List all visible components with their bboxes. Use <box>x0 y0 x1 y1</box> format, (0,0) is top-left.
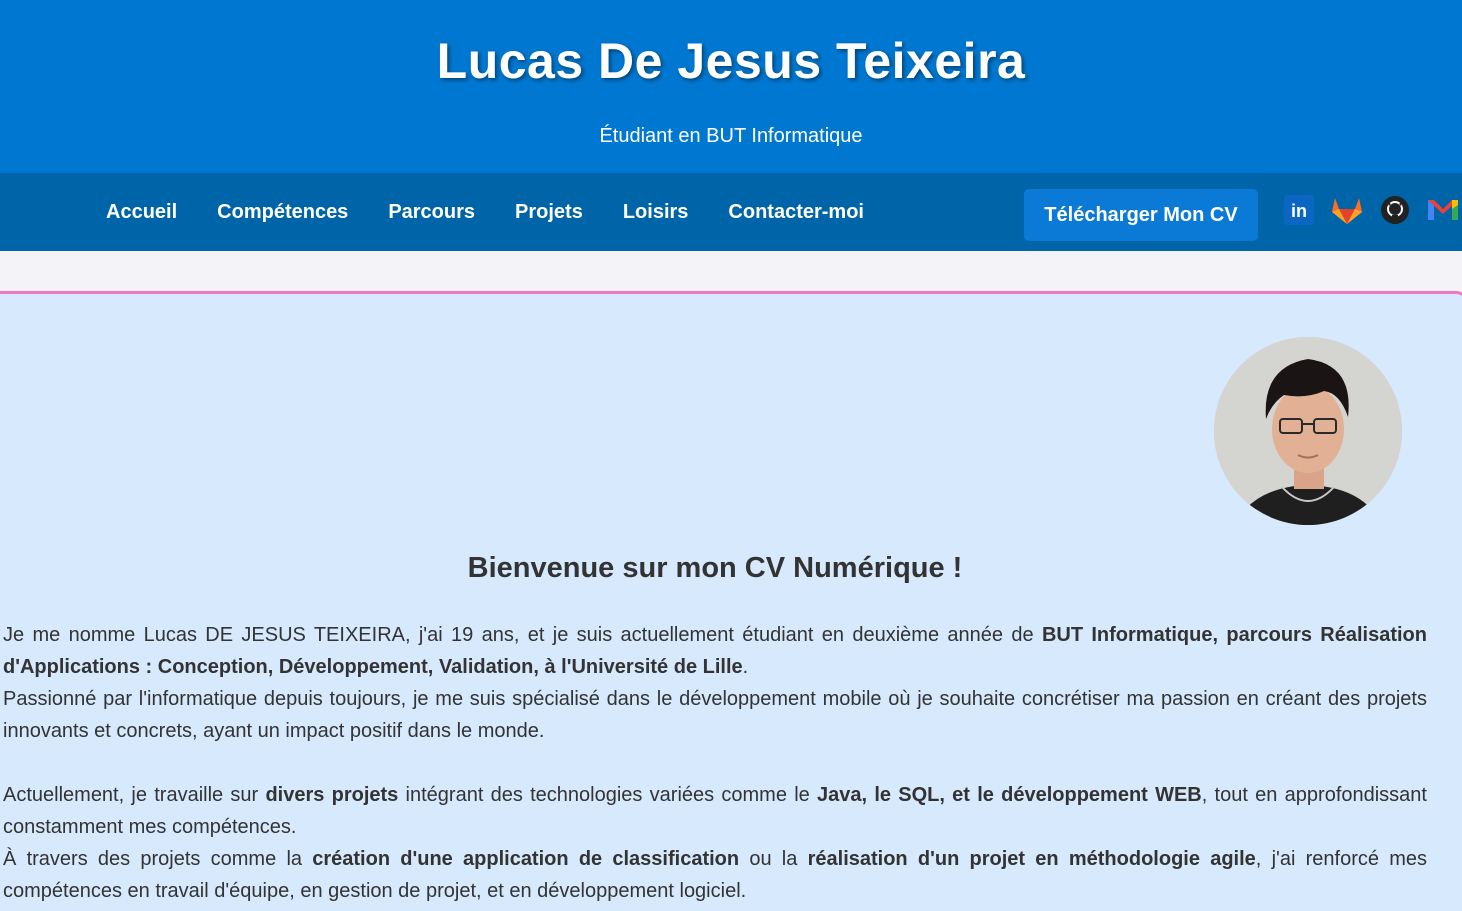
text-span: . <box>742 656 749 678</box>
nav-item-competences[interactable]: Compétences <box>197 201 368 224</box>
bold-span: réalisation d'un projet en méthodologie … <box>807 848 1256 870</box>
nav-item-contact[interactable]: Contacter-moi <box>708 201 884 224</box>
intro-paragraph-2: Passionné par l'informatique depuis touj… <box>3 688 1427 742</box>
intro-paragraph-3: Actuellement, je travaille sur divers pr… <box>3 779 1427 843</box>
site-header: Lucas De Jesus Teixeira Étudiant en BUT … <box>0 0 1462 173</box>
gitlab-icon[interactable] <box>1331 194 1363 226</box>
text-span: ou la <box>739 848 808 870</box>
profile-photo <box>1214 337 1402 525</box>
text-span: À travers des projets comme la <box>3 848 313 870</box>
page-subtitle: Étudiant en BUT Informatique <box>599 125 863 147</box>
intro-paragraph-1: Je me nomme Lucas DE JESUS TEIXEIRA, j'a… <box>3 619 1427 683</box>
linkedin-icon[interactable]: in <box>1283 194 1315 226</box>
gmail-icon[interactable] <box>1427 194 1459 226</box>
page-title: Lucas De Jesus Teixeira <box>436 33 1026 89</box>
bold-span: Java, le SQL, et le développement WEB <box>817 784 1202 806</box>
github-icon[interactable] <box>1379 194 1411 226</box>
nav-links: Accueil Compétences Parcours Projets Loi… <box>86 173 884 251</box>
text-span: Actuellement, je travaille sur <box>3 784 266 806</box>
welcome-heading: Bienvenue sur mon CV Numérique ! <box>467 552 963 584</box>
intro-paragraph-4: À travers des projets comme la création … <box>3 843 1427 907</box>
nav-item-loisirs[interactable]: Loisirs <box>603 201 709 224</box>
nav-item-parcours[interactable]: Parcours <box>368 201 495 224</box>
nav-item-projets[interactable]: Projets <box>495 201 603 224</box>
navbar: Accueil Compétences Parcours Projets Loi… <box>0 173 1462 251</box>
nav-item-accueil[interactable]: Accueil <box>86 201 197 224</box>
download-cv-button[interactable]: Télécharger Mon CV <box>1024 189 1258 241</box>
text-span: intégrant des technologies variées comme… <box>398 784 818 806</box>
social-links: in <box>1283 194 1459 226</box>
text-span: Je me nomme Lucas DE JESUS TEIXEIRA, j'a… <box>3 624 1042 646</box>
linkedin-glyph: in <box>1291 201 1307 221</box>
main-content: Bienvenue sur mon CV Numérique ! Je me n… <box>0 291 1462 911</box>
bold-span: divers projets <box>265 784 399 806</box>
intro-text: Je me nomme Lucas DE JESUS TEIXEIRA, j'a… <box>3 619 1427 907</box>
bold-span: création d'une application de classifica… <box>312 848 740 870</box>
